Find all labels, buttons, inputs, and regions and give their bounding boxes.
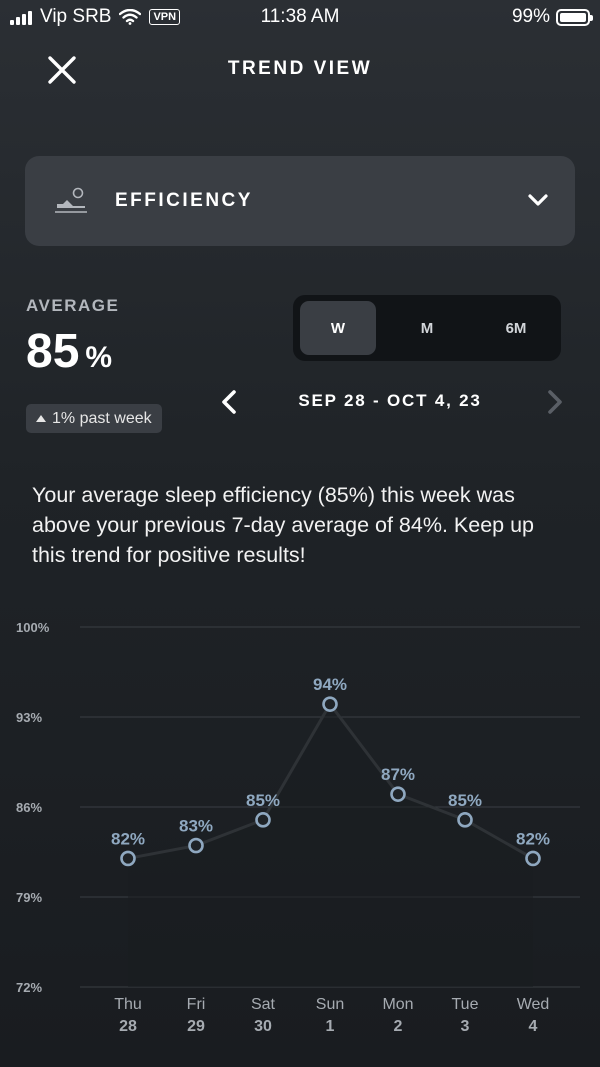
- status-bar: Vip SRB VPN 11:38 AM 99%: [0, 0, 600, 34]
- metric-label: EFFICIENCY: [115, 190, 253, 211]
- battery-percent: 99%: [511, 6, 550, 27]
- y-tick-label: 93%: [16, 710, 42, 725]
- data-point: [322, 696, 338, 712]
- period-option-week[interactable]: W: [300, 301, 376, 355]
- x-tick-day: Sat: [251, 996, 276, 1013]
- data-point: [188, 837, 204, 854]
- period-toggle: W M 6M: [293, 295, 561, 361]
- x-tick-day: Tue: [452, 996, 479, 1013]
- data-point: [390, 786, 406, 802]
- y-tick-label: 100%: [16, 620, 50, 635]
- change-badge: 1% past week: [26, 404, 162, 433]
- change-text: 1% past week: [52, 409, 152, 427]
- battery-icon: [556, 8, 593, 26]
- average-unit: %: [85, 341, 113, 374]
- x-tick-day: Mon: [382, 996, 413, 1013]
- data-point: [120, 850, 136, 867]
- data-label: 87%: [381, 765, 415, 784]
- average-value: 85%: [26, 324, 112, 379]
- y-tick-label: 72%: [16, 980, 42, 995]
- x-tick-date: 1: [326, 1018, 335, 1035]
- x-tick-date: 3: [461, 1018, 470, 1035]
- x-tick-date: 29: [187, 1018, 205, 1035]
- status-bar-right: 99%: [511, 6, 593, 28]
- efficiency-line-chart: 100% 93% 86% 79% 72% 82% 83% 85% 94% 87% 85% 82% Thu…: [16, 620, 580, 1035]
- chevron-right-icon[interactable]: [542, 388, 568, 416]
- status-time: 11:38 AM: [260, 6, 340, 27]
- trend-summary: Your average sleep efficiency (85%) this…: [32, 483, 534, 567]
- x-tick-date: 28: [119, 1018, 137, 1035]
- chevron-down-icon: [528, 194, 548, 206]
- x-tick-day: Fri: [187, 996, 206, 1013]
- page-title: TREND VIEW: [227, 58, 373, 79]
- average-label: AVERAGE: [26, 296, 120, 315]
- data-point: [255, 812, 271, 828]
- sleep-person-icon: [55, 187, 87, 213]
- x-tick-day: Wed: [517, 996, 550, 1013]
- data-label: 94%: [313, 675, 347, 694]
- data-label: 82%: [516, 829, 550, 848]
- battery-level-fill: [560, 12, 586, 22]
- average-number: 85: [26, 325, 80, 378]
- data-point: [525, 850, 541, 867]
- trend-view-screen: Vip SRB VPN 11:38 AM 99% TREND VIEW EFFI…: [0, 0, 600, 1067]
- metric-dropdown[interactable]: EFFICIENCY: [25, 156, 575, 246]
- x-tick-date: 2: [394, 1018, 403, 1035]
- x-tick-day: Sun: [316, 996, 344, 1013]
- data-point: [457, 812, 473, 828]
- period-option-6-months[interactable]: 6M: [478, 301, 554, 355]
- x-tick-date: 4: [529, 1018, 538, 1035]
- data-label: 85%: [448, 791, 482, 810]
- data-label: 82%: [111, 829, 145, 848]
- x-tick-date: 30: [254, 1018, 272, 1035]
- chevron-left-icon[interactable]: [216, 388, 242, 416]
- date-range: SEP 28 - OCT 4, 23: [298, 391, 482, 410]
- y-tick-label: 79%: [16, 890, 42, 905]
- arrow-up-icon: [36, 415, 46, 422]
- data-label: 83%: [179, 817, 213, 836]
- period-option-month[interactable]: M: [389, 301, 465, 355]
- x-tick-day: Thu: [114, 996, 142, 1013]
- y-tick-label: 86%: [16, 800, 42, 815]
- data-label: 85%: [246, 791, 280, 810]
